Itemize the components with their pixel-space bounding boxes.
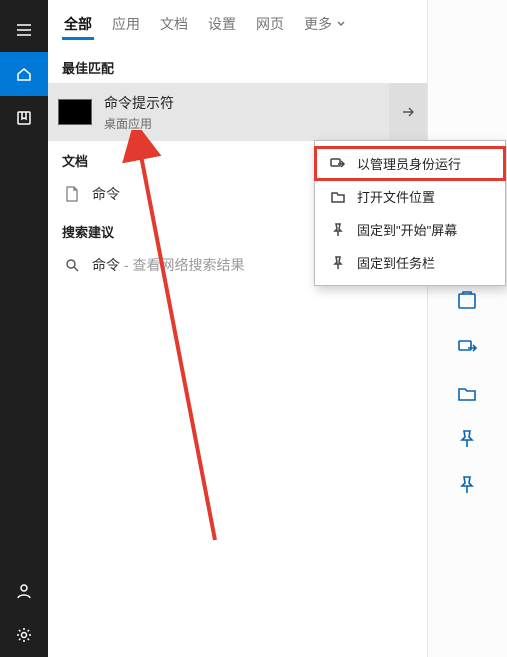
left-nav-rail	[0, 0, 48, 657]
action-open-icon[interactable]	[456, 290, 480, 314]
nav-account-button[interactable]	[0, 569, 48, 613]
cmd-prompt-icon	[58, 99, 92, 125]
context-pin-taskbar-label: 固定到任务栏	[357, 253, 435, 272]
search-panel: 全部 应用 文档 设置 网页 更多 最佳匹配 命令提示符 桌面应用 文档	[48, 0, 428, 657]
tab-all[interactable]: 全部	[54, 0, 102, 48]
context-open-location-label: 打开文件位置	[357, 187, 435, 206]
chevron-down-icon	[336, 19, 346, 29]
nav-collections-button[interactable]	[0, 96, 48, 140]
hamburger-icon	[15, 21, 33, 39]
gear-icon	[15, 626, 33, 644]
suggestion-hint: - 查看网络搜索结果	[124, 255, 245, 275]
tab-settings[interactable]: 设置	[198, 0, 246, 48]
person-icon	[15, 582, 33, 600]
bookmark-square-icon	[15, 109, 33, 127]
context-pin-taskbar[interactable]: 固定到任务栏	[315, 246, 505, 279]
nav-home-button[interactable]	[0, 52, 48, 96]
context-pin-start[interactable]: 固定到"开始"屏幕	[315, 213, 505, 246]
action-pin-start-icon[interactable]	[456, 428, 480, 452]
preview-actions-strip	[428, 0, 507, 657]
document-icon	[62, 186, 82, 202]
tab-apps[interactable]: 应用	[102, 0, 150, 48]
best-match-title: 命令提示符	[104, 93, 174, 113]
best-match-subtitle: 桌面应用	[104, 115, 174, 132]
best-match-expand-button[interactable]	[389, 83, 427, 141]
best-match-item[interactable]: 命令提示符 桌面应用	[48, 83, 427, 141]
folder-icon	[327, 189, 349, 205]
section-best-match-title: 最佳匹配	[48, 48, 427, 83]
nav-menu-button[interactable]	[0, 8, 48, 52]
document-result-label: 命令	[92, 184, 120, 204]
context-pin-start-label: 固定到"开始"屏幕	[357, 220, 457, 239]
filter-tabs: 全部 应用 文档 设置 网页 更多	[48, 0, 427, 48]
tab-more[interactable]: 更多	[294, 0, 356, 48]
pin-taskbar-icon	[327, 255, 349, 271]
action-location-icon[interactable]	[456, 382, 480, 406]
tab-web[interactable]: 网页	[246, 0, 294, 48]
tab-more-label: 更多	[304, 14, 332, 34]
context-run-as-admin-label: 以管理员身份运行	[357, 154, 461, 173]
pin-icon	[327, 222, 349, 238]
action-admin-icon[interactable]	[456, 336, 480, 360]
home-icon	[15, 65, 33, 83]
arrow-right-icon	[400, 104, 416, 120]
context-run-as-admin[interactable]: 以管理员身份运行	[315, 147, 505, 180]
tab-documents[interactable]: 文档	[150, 0, 198, 48]
admin-shield-icon	[327, 156, 349, 172]
nav-settings-button[interactable]	[0, 613, 48, 657]
action-pin-taskbar-icon[interactable]	[456, 474, 480, 498]
context-menu: 以管理员身份运行 打开文件位置 固定到"开始"屏幕 固定到任务栏	[314, 140, 506, 286]
context-open-location[interactable]: 打开文件位置	[315, 180, 505, 213]
search-icon	[62, 258, 82, 272]
suggestion-term: 命令	[92, 255, 120, 275]
